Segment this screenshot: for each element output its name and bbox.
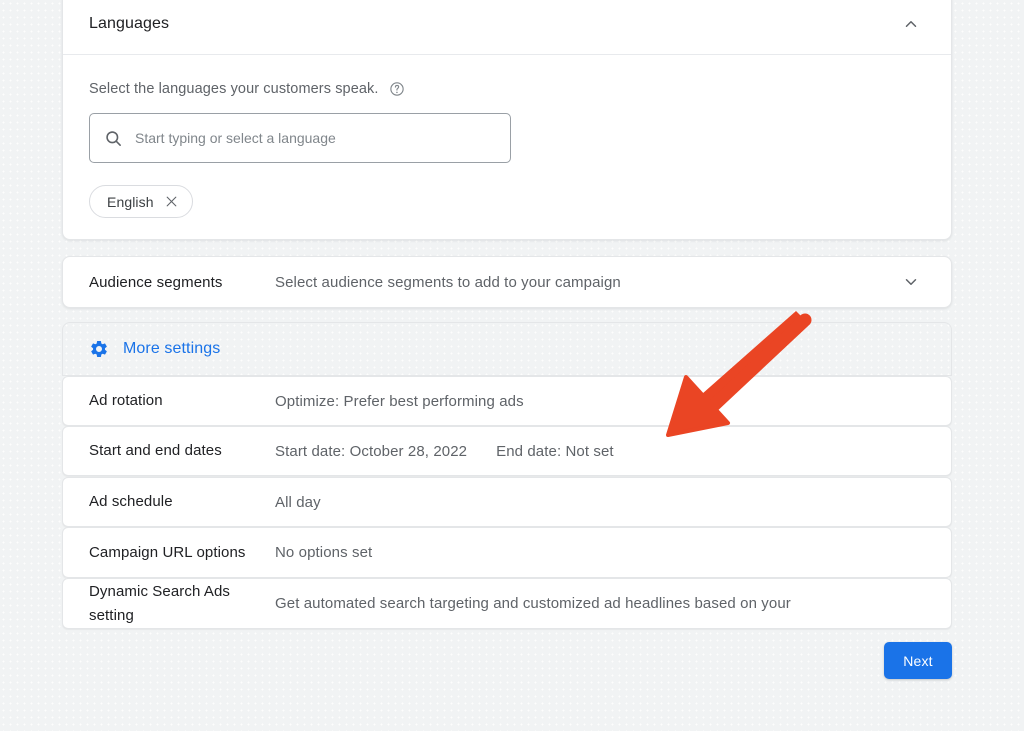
setting-row-start-and-end-dates[interactable]: Start and end dates Start date: October … (62, 426, 952, 476)
audience-segments-expand-button[interactable] (897, 268, 925, 296)
chevron-up-icon (905, 20, 917, 27)
next-button[interactable]: Next (884, 642, 952, 679)
setting-value: All day (275, 493, 321, 511)
setting-label: Ad rotation (89, 392, 163, 410)
language-chip-english[interactable]: English (89, 185, 193, 218)
more-settings-header[interactable]: More settings (62, 322, 952, 376)
setting-label: Dynamic Search Ads setting (89, 583, 231, 624)
languages-collapse-button[interactable] (897, 10, 925, 38)
setting-label: Campaign URL options (89, 543, 246, 561)
language-search-input[interactable] (135, 130, 496, 146)
languages-helper-row: Select the languages your customers spea… (89, 81, 925, 97)
setting-value: Get automated search targeting and custo… (275, 595, 791, 612)
languages-card-header[interactable]: Languages (63, 0, 951, 55)
setting-value-end-date: End date: Not set (496, 442, 614, 460)
setting-row-dynamic-search-ads-setting[interactable]: Dynamic Search Ads setting Get automated… (62, 578, 952, 629)
setting-label: Ad schedule (89, 493, 173, 511)
setting-row-ad-rotation[interactable]: Ad rotation Optimize: Prefer best perfor… (62, 376, 952, 426)
left-gutter (0, 0, 62, 731)
languages-card: Languages Select the languages your cust… (62, 0, 952, 240)
languages-card-body: Select the languages your customers spea… (63, 55, 951, 218)
page-title: Languages (89, 14, 170, 32)
audience-segments-card[interactable]: Audience segments Select audience segmen… (62, 256, 952, 308)
campaign-settings-page: Languages Select the languages your cust… (0, 0, 1024, 731)
setting-row-campaign-url-options[interactable]: Campaign URL options No options set (62, 527, 952, 578)
help-circle-icon[interactable] (389, 81, 405, 97)
setting-row-ad-schedule[interactable]: Ad schedule All day (62, 477, 952, 527)
setting-value-start-date: Start date: October 28, 2022 (275, 442, 468, 460)
languages-helper-text: Select the languages your customers spea… (89, 81, 379, 97)
chevron-down-icon (905, 279, 917, 285)
setting-value: Optimize: Prefer best performing ads (275, 392, 524, 410)
search-icon (106, 130, 121, 146)
setting-value-group: Start date: October 28, 2022 End date: N… (275, 443, 614, 460)
setting-label: Start and end dates (89, 442, 222, 460)
chip-label: English (107, 193, 154, 210)
setting-value: No options set (275, 544, 373, 561)
close-icon[interactable] (165, 195, 178, 208)
language-search-box[interactable] (89, 113, 511, 163)
audience-segments-value: Select audience segments to add to your … (275, 273, 621, 291)
gear-icon (91, 340, 107, 357)
more-settings-label: More settings (123, 340, 221, 357)
audience-segments-label: Audience segments (89, 273, 223, 291)
selected-languages-list: English (89, 185, 925, 218)
